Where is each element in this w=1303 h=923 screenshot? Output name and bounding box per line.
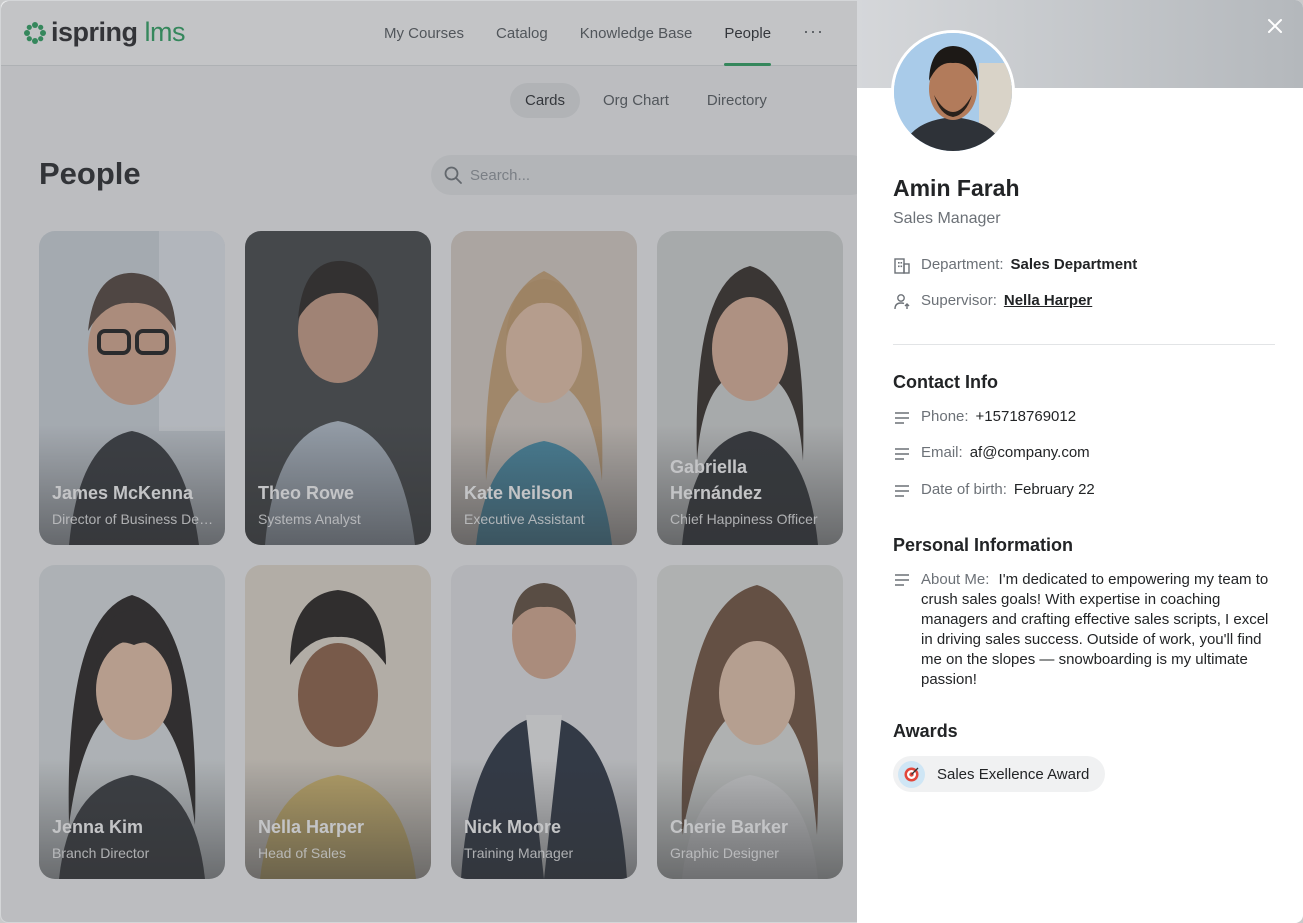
dob-row: Date of birth: February 22 xyxy=(893,481,1095,500)
close-icon[interactable] xyxy=(1263,14,1287,38)
department-row: Department: Sales Department xyxy=(893,256,1137,275)
award-badge[interactable]: Sales Exellence Award xyxy=(893,756,1106,792)
personal-info-heading: Personal Information xyxy=(893,535,1074,555)
building-icon xyxy=(894,258,910,274)
email-label: Email: xyxy=(921,444,963,461)
about-me-label: About Me: xyxy=(921,571,990,588)
award-label: Sales Exellence Award xyxy=(937,765,1090,783)
contact-info-heading: Contact Info xyxy=(893,372,998,392)
department-value: Sales Department xyxy=(1010,256,1138,273)
supervisor-icon xyxy=(894,294,910,310)
about-me-row: About Me: I'm dedicated to empowering my… xyxy=(893,570,1283,690)
department-label: Department: xyxy=(921,256,1004,273)
supervisor-link[interactable]: Nella Harper xyxy=(1004,292,1092,309)
profile-avatar xyxy=(891,30,1015,154)
dob-value: February 22 xyxy=(1013,481,1095,498)
phone-row: Phone: +15718769012 xyxy=(893,408,1076,427)
text-lines-icon xyxy=(895,485,909,497)
section-divider xyxy=(893,344,1275,345)
awards-heading: Awards xyxy=(893,721,958,741)
phone-label: Phone: xyxy=(921,408,969,425)
profile-panel: Amin Farah Sales Manager Department: Sal… xyxy=(857,0,1303,923)
dob-label: Date of birth: xyxy=(921,481,1007,498)
profile-job-title: Sales Manager xyxy=(893,210,1001,227)
email-row: Email: af@company.com xyxy=(893,444,1090,463)
supervisor-label: Supervisor: xyxy=(921,292,997,309)
text-lines-icon xyxy=(895,574,909,586)
supervisor-row: Supervisor: Nella Harper xyxy=(893,292,1092,311)
email-value: af@company.com xyxy=(969,444,1090,461)
text-lines-icon xyxy=(895,448,909,460)
about-me-text-block: About Me: I'm dedicated to empowering my… xyxy=(921,570,1283,690)
profile-name: Amin Farah xyxy=(893,175,1020,201)
about-me-value: I'm dedicated to empowering my team to c… xyxy=(921,571,1269,688)
phone-value: +15718769012 xyxy=(975,408,1077,425)
text-lines-icon xyxy=(895,412,909,424)
target-award-icon xyxy=(898,760,925,788)
